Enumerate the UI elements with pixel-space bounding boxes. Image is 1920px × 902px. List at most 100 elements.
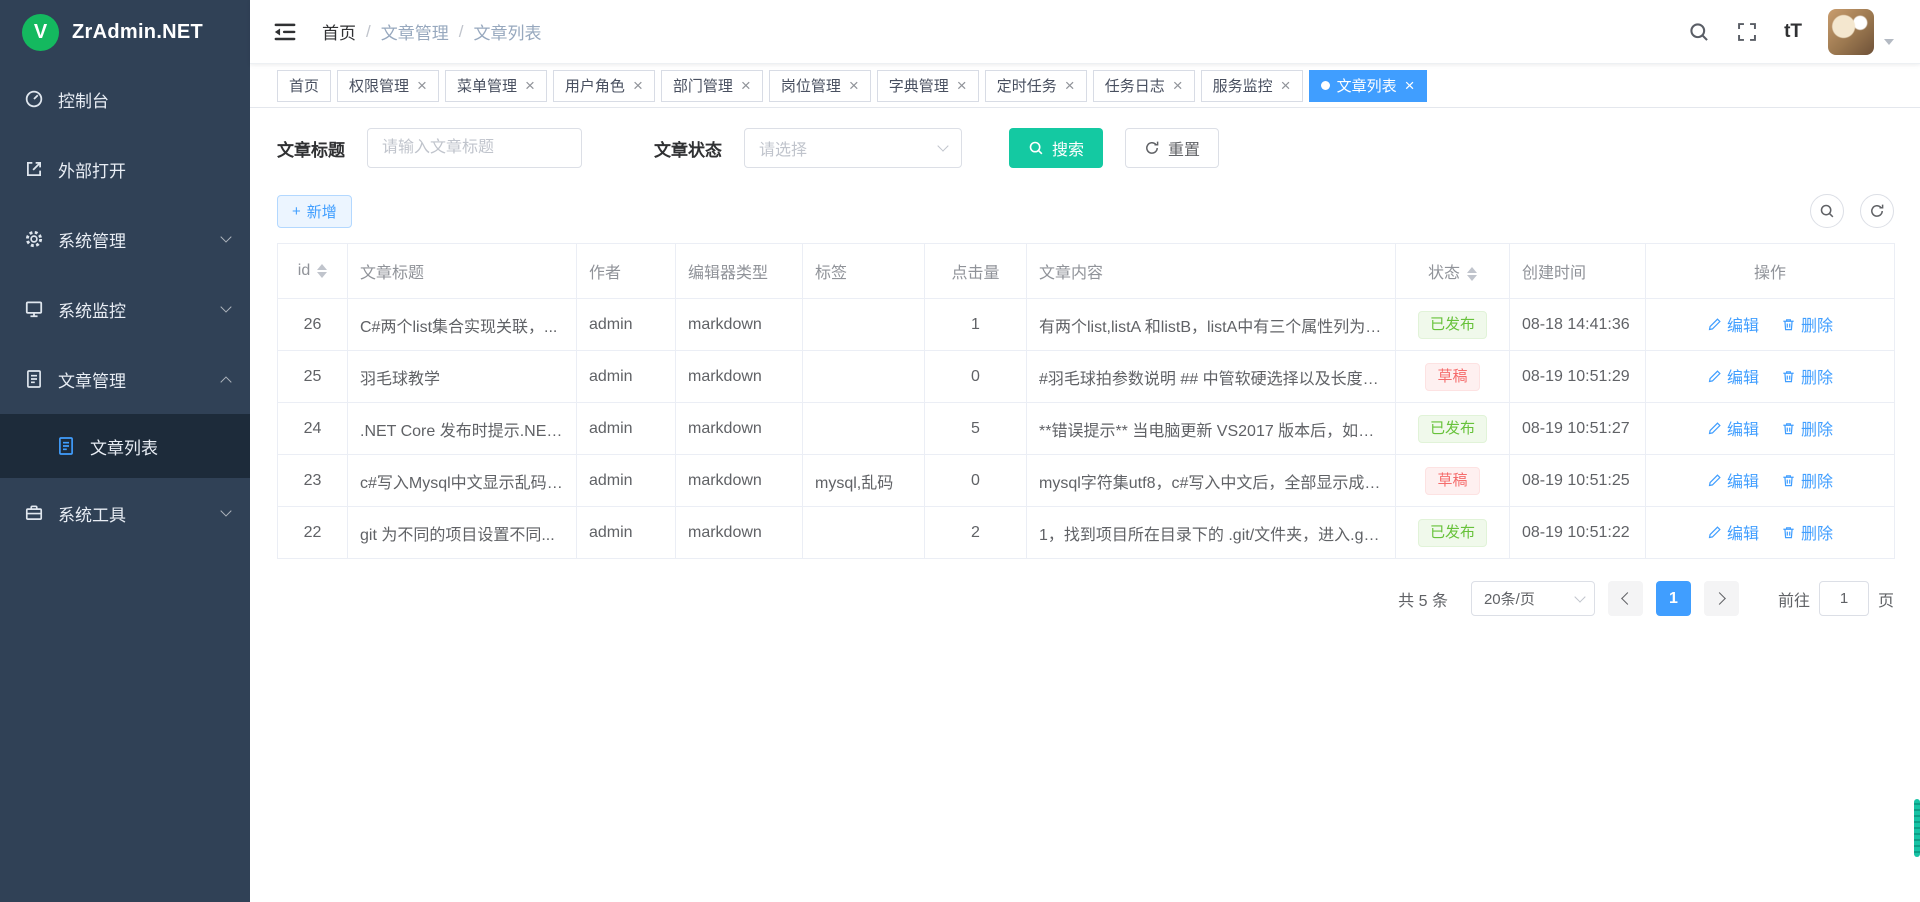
tab-9[interactable]: 服务监控× (1201, 70, 1303, 102)
search-icon[interactable] (1688, 21, 1710, 43)
cell-hits: 2 (925, 507, 1027, 559)
tab-4[interactable]: 部门管理 × (661, 70, 763, 102)
delete-link[interactable]: 删除 (1781, 364, 1833, 388)
select-placeholder: 请选择 (759, 136, 807, 160)
next-page-button[interactable] (1704, 581, 1739, 616)
page-size-select[interactable]: 20条/页 (1471, 581, 1595, 616)
breadcrumb-home[interactable]: 首页 (322, 19, 356, 44)
document-icon (24, 369, 44, 389)
tab-close-icon[interactable]: × (417, 77, 427, 94)
cell-content: #羽毛球拍参数说明 ## 中管软硬选择以及长度介... (1027, 351, 1396, 403)
cell-actions: 编辑删除 (1646, 455, 1895, 507)
app-title: ZrAdmin.NET (72, 21, 203, 44)
tab-label: 首页 (289, 75, 319, 96)
article-list-icon (56, 436, 76, 456)
breadcrumb-article-list: 文章列表 (473, 19, 541, 44)
sidebar-item-label: 控制台 (58, 87, 230, 112)
cell-editor-type: markdown (676, 507, 803, 559)
tab-7[interactable]: 定时任务× (985, 70, 1087, 102)
tab-label: 部门管理 (673, 75, 733, 96)
cell-id: 23 (278, 455, 348, 507)
tab-label: 字典管理 (889, 75, 949, 96)
delete-link[interactable]: 删除 (1781, 468, 1833, 492)
article-status-select[interactable]: 请选择 (744, 128, 962, 168)
tab-close-icon[interactable]: × (957, 77, 967, 94)
tab-8[interactable]: 任务日志 × (1093, 70, 1195, 102)
add-button[interactable]: + 新增 (277, 195, 352, 228)
cell-tags: mysql,乱码 (803, 455, 925, 507)
fullscreen-icon[interactable] (1736, 21, 1758, 43)
tab-0[interactable]: 首页 (277, 70, 331, 102)
prev-page-button[interactable] (1608, 581, 1643, 616)
sidebar-item-label: 系统工具 (58, 501, 208, 526)
tab-2[interactable]: 菜单管理 × (445, 70, 547, 102)
cell-tags (803, 507, 925, 559)
delete-link[interactable]: 删除 (1781, 416, 1833, 440)
edit-link[interactable]: 编辑 (1707, 364, 1759, 388)
page-number-1[interactable]: 1 (1656, 581, 1691, 616)
sidebar-item-article-management[interactable]: 文章管理 (0, 344, 250, 414)
reset-button[interactable]: 重置 (1125, 128, 1219, 168)
column-header-id[interactable]: id (278, 244, 348, 299)
delete-link[interactable]: 删除 (1781, 312, 1833, 336)
search-icon (1819, 203, 1835, 219)
column-header-status[interactable]: 状态 (1396, 244, 1510, 299)
tab-label: 菜单管理 (457, 75, 517, 96)
search-button[interactable]: 搜索 (1009, 128, 1103, 168)
sidebar-item-label: 外部打开 (58, 157, 230, 182)
tab-1[interactable]: 权限管理× (337, 70, 439, 102)
edit-icon (1707, 317, 1722, 332)
chevron-down-icon (1574, 591, 1585, 602)
scrollbar-thumb[interactable] (1914, 799, 1920, 857)
sidebar-item-dashboard[interactable]: 控制台 (0, 64, 250, 134)
edit-link[interactable]: 编辑 (1707, 520, 1759, 544)
column-header-author: 作者 (577, 244, 676, 299)
tab-label: 任务日志 (1105, 75, 1165, 96)
sort-icon[interactable] (1467, 267, 1477, 281)
refresh-table-button[interactable] (1860, 194, 1894, 228)
trash-icon (1781, 473, 1796, 488)
delete-link[interactable]: 删除 (1781, 520, 1833, 544)
column-header-content: 文章内容 (1027, 244, 1396, 299)
tab-close-icon[interactable]: × (1065, 77, 1075, 94)
cell-editor-type: markdown (676, 299, 803, 351)
tab-close-icon[interactable]: × (1281, 77, 1291, 94)
sidebar-item-external-open[interactable]: 外部打开 (0, 134, 250, 204)
tab-close-icon[interactable]: × (741, 77, 751, 94)
collapse-menu-icon[interactable] (272, 19, 298, 45)
edit-link[interactable]: 编辑 (1707, 468, 1759, 492)
cell-editor-type: markdown (676, 455, 803, 507)
cell-title: git 为不同的项目设置不同... (348, 507, 577, 559)
breadcrumb-article-management[interactable]: 文章管理 (381, 19, 449, 44)
goto-label: 前往 (1778, 587, 1810, 611)
goto-suffix: 页 (1878, 587, 1894, 611)
sidebar-item-system-tools[interactable]: 系统工具 (0, 478, 250, 548)
tab-5[interactable]: 岗位管理× (769, 70, 871, 102)
user-avatar[interactable] (1828, 9, 1874, 55)
tab-close-icon[interactable]: × (849, 77, 859, 94)
chevron-right-icon (1713, 592, 1726, 605)
tab-close-icon[interactable]: × (633, 77, 643, 94)
cell-actions: 编辑删除 (1646, 351, 1895, 403)
tab-close-icon[interactable]: × (525, 77, 535, 94)
edit-link[interactable]: 编辑 (1707, 416, 1759, 440)
tab-6[interactable]: 字典管理 × (877, 70, 979, 102)
tab-10[interactable]: 文章列表× (1309, 70, 1427, 102)
tab-3[interactable]: 用户角色× (553, 70, 655, 102)
table-row: 26C#两个list集合实现关联，...adminmarkdown1有两个lis… (278, 299, 1895, 351)
toggle-search-button[interactable] (1810, 194, 1844, 228)
edit-link[interactable]: 编辑 (1707, 312, 1759, 336)
cell-hits: 1 (925, 299, 1027, 351)
avatar-caret-icon[interactable] (1884, 39, 1894, 45)
sidebar-item-article-list[interactable]: 文章列表 (0, 414, 250, 478)
column-header-actions: 操作 (1646, 244, 1895, 299)
tab-close-icon[interactable]: × (1173, 77, 1183, 94)
goto-page-input[interactable] (1819, 581, 1869, 616)
chevron-down-icon (937, 140, 948, 151)
sidebar-item-system-management[interactable]: 系统管理 (0, 204, 250, 274)
article-title-input[interactable] (367, 128, 582, 168)
font-size-icon[interactable]: tT (1784, 21, 1802, 43)
sidebar-item-system-monitor[interactable]: 系统监控 (0, 274, 250, 344)
sort-icon[interactable] (317, 264, 327, 278)
tab-close-icon[interactable]: × (1405, 77, 1415, 94)
